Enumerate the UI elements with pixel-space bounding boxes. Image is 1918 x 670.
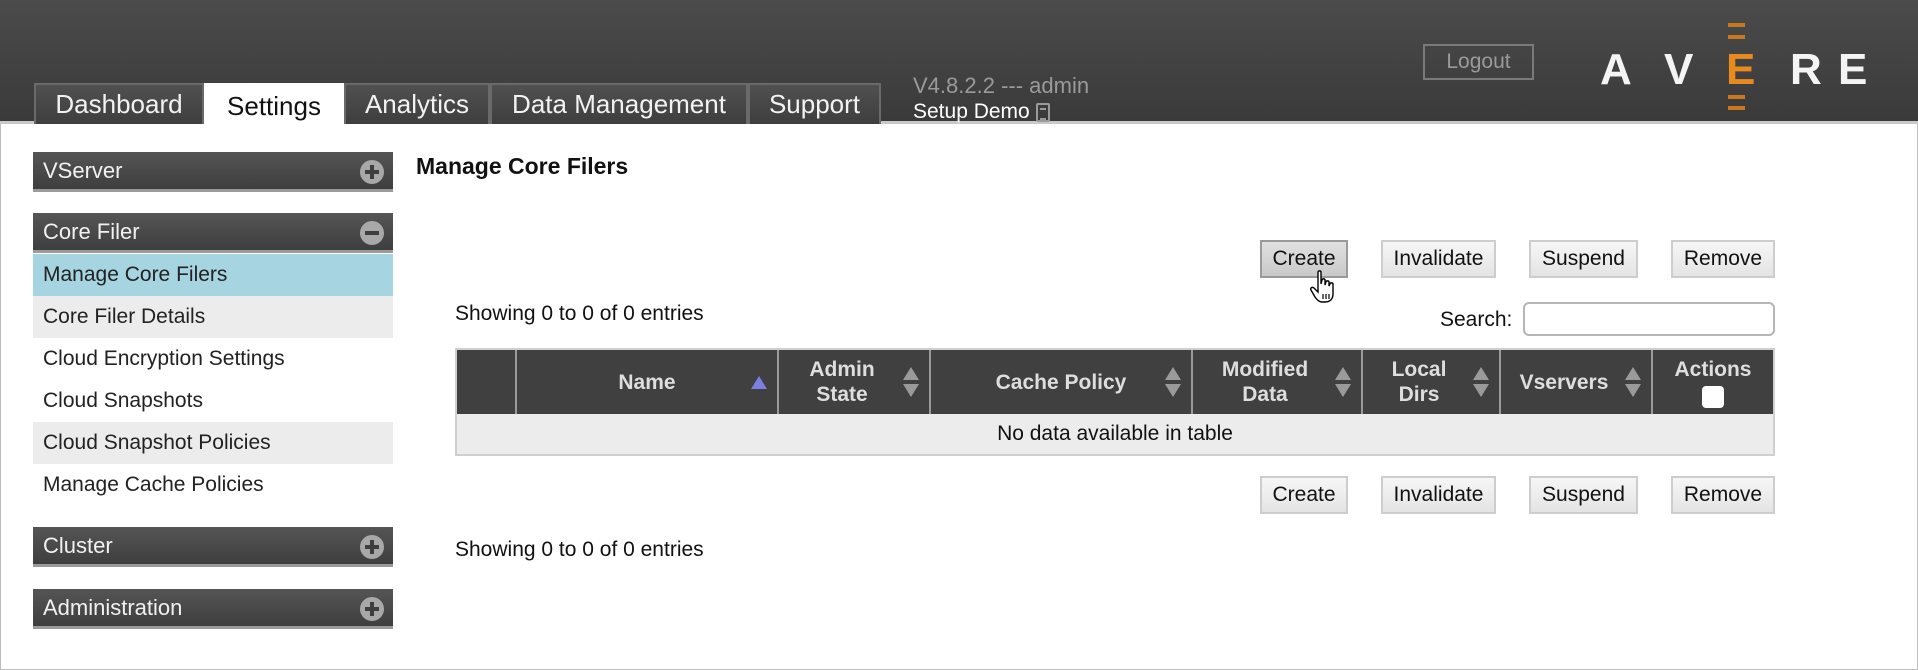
remove-button-top[interactable]: Remove — [1671, 240, 1775, 278]
invalidate-button-bottom[interactable]: Invalidate — [1381, 476, 1496, 514]
suspend-button-bottom[interactable]: Suspend — [1529, 476, 1638, 514]
top-header: Dashboard Settings Analytics Data Manage… — [0, 0, 1918, 127]
column-label: Vservers — [1519, 370, 1609, 394]
column-header-admin-state[interactable]: Admin State — [777, 350, 929, 414]
cluster-name-label: Setup Demo — [913, 100, 1030, 123]
sort-ascending-icon — [751, 367, 767, 397]
sidebar-section-core-filer[interactable]: Core Filer — [33, 213, 393, 253]
cluster-name: Setup Demo — [913, 100, 1050, 124]
column-header-modified-data[interactable]: Modified Data — [1191, 350, 1361, 414]
column-label: Actions — [1674, 357, 1752, 381]
page-title: Manage Core Filers — [416, 153, 629, 179]
sidebar-section-label: Cluster — [43, 532, 113, 558]
version-info: V4.8.2.2 --- admin — [913, 73, 1090, 98]
create-button-bottom[interactable]: Create — [1260, 476, 1348, 514]
sidebar-section-vserver[interactable]: VServer — [33, 152, 393, 192]
column-header-actions: Actions — [1651, 350, 1773, 414]
logo-letter: R — [1790, 45, 1822, 94]
column-header-name[interactable]: Name — [515, 350, 777, 414]
expand-plus-icon[interactable] — [360, 160, 384, 184]
column-header-select — [457, 350, 515, 414]
logo-bar — [1728, 106, 1745, 110]
column-header-cache-policy[interactable]: Cache Policy — [929, 350, 1191, 414]
remove-button-bottom[interactable]: Remove — [1671, 476, 1775, 514]
column-label: Admin State — [809, 358, 875, 406]
tab-dashboard[interactable]: Dashboard — [34, 83, 204, 124]
entries-info-top: Showing 0 to 0 of 0 entries — [455, 302, 704, 325]
tab-settings[interactable]: Settings — [204, 83, 344, 127]
sidebar-section-label: VServer — [43, 157, 123, 183]
sidebar-section-label: Core Filer — [43, 218, 140, 244]
logo-letter: E — [1838, 45, 1868, 94]
expand-plus-icon[interactable] — [360, 535, 384, 559]
core-filers-table: Name Admin State Cache Policy Modified Dat… — [455, 348, 1775, 456]
column-label: Name — [618, 370, 676, 394]
logout-button[interactable]: Logout — [1423, 44, 1534, 80]
collapse-minus-icon[interactable] — [360, 221, 384, 245]
sort-icon — [1473, 367, 1489, 397]
sidebar-section-cluster[interactable]: Cluster — [33, 527, 393, 567]
expand-plus-icon[interactable] — [360, 597, 384, 621]
sidebar-section-label: Administration — [43, 594, 183, 620]
column-header-local-dirs[interactable]: Local Dirs — [1361, 350, 1499, 414]
logo-bar — [1728, 23, 1745, 27]
sidebar-item-cloud-snapshots[interactable]: Cloud Snapshots — [33, 380, 393, 422]
sort-icon — [903, 367, 919, 397]
search-input[interactable] — [1523, 302, 1775, 336]
sidebar-item-cloud-snapshot-policies[interactable]: Cloud Snapshot Policies — [33, 422, 393, 464]
logo-letter: V — [1664, 45, 1694, 94]
sort-icon — [1335, 367, 1351, 397]
logo-letter: A — [1600, 45, 1632, 94]
sidebar-section-administration[interactable]: Administration — [33, 589, 393, 629]
sort-icon — [1625, 367, 1641, 397]
column-label: Cache Policy — [995, 370, 1127, 394]
tab-analytics[interactable]: Analytics — [344, 83, 490, 124]
avere-logo: A V E R E — [1600, 20, 1867, 110]
entries-info-bottom: Showing 0 to 0 of 0 entries — [455, 538, 704, 561]
sidebar-item-cloud-encryption-settings[interactable]: Cloud Encryption Settings — [33, 338, 393, 380]
logo-bar — [1728, 35, 1745, 39]
sidebar-item-core-filer-details[interactable]: Core Filer Details — [33, 296, 393, 338]
invalidate-button-top[interactable]: Invalidate — [1381, 240, 1496, 278]
sidebar-item-manage-cache-policies[interactable]: Manage Cache Policies — [33, 464, 393, 506]
empty-table-message: No data available in table — [457, 414, 1773, 454]
logo-letter-accent: E — [1726, 45, 1756, 94]
logo-bar — [1728, 95, 1745, 99]
table-header: Name Admin State Cache Policy Modified Dat… — [457, 350, 1773, 414]
sidebar-item-manage-core-filers[interactable]: Manage Core Filers — [33, 254, 393, 296]
column-label: Modified Data — [1221, 358, 1309, 406]
hand-pointer-cursor-icon — [1310, 270, 1334, 303]
select-all-checkbox[interactable] — [1702, 385, 1724, 408]
tab-support[interactable]: Support — [748, 83, 881, 124]
sort-icon — [1165, 367, 1181, 397]
suspend-button-top[interactable]: Suspend — [1529, 240, 1638, 278]
search-label: Search: — [1440, 308, 1513, 331]
column-header-vservers[interactable]: Vservers — [1499, 350, 1651, 414]
tab-data-management[interactable]: Data Management — [490, 83, 748, 124]
document-icon[interactable] — [1035, 102, 1050, 122]
column-label: Local Dirs — [1391, 358, 1447, 406]
